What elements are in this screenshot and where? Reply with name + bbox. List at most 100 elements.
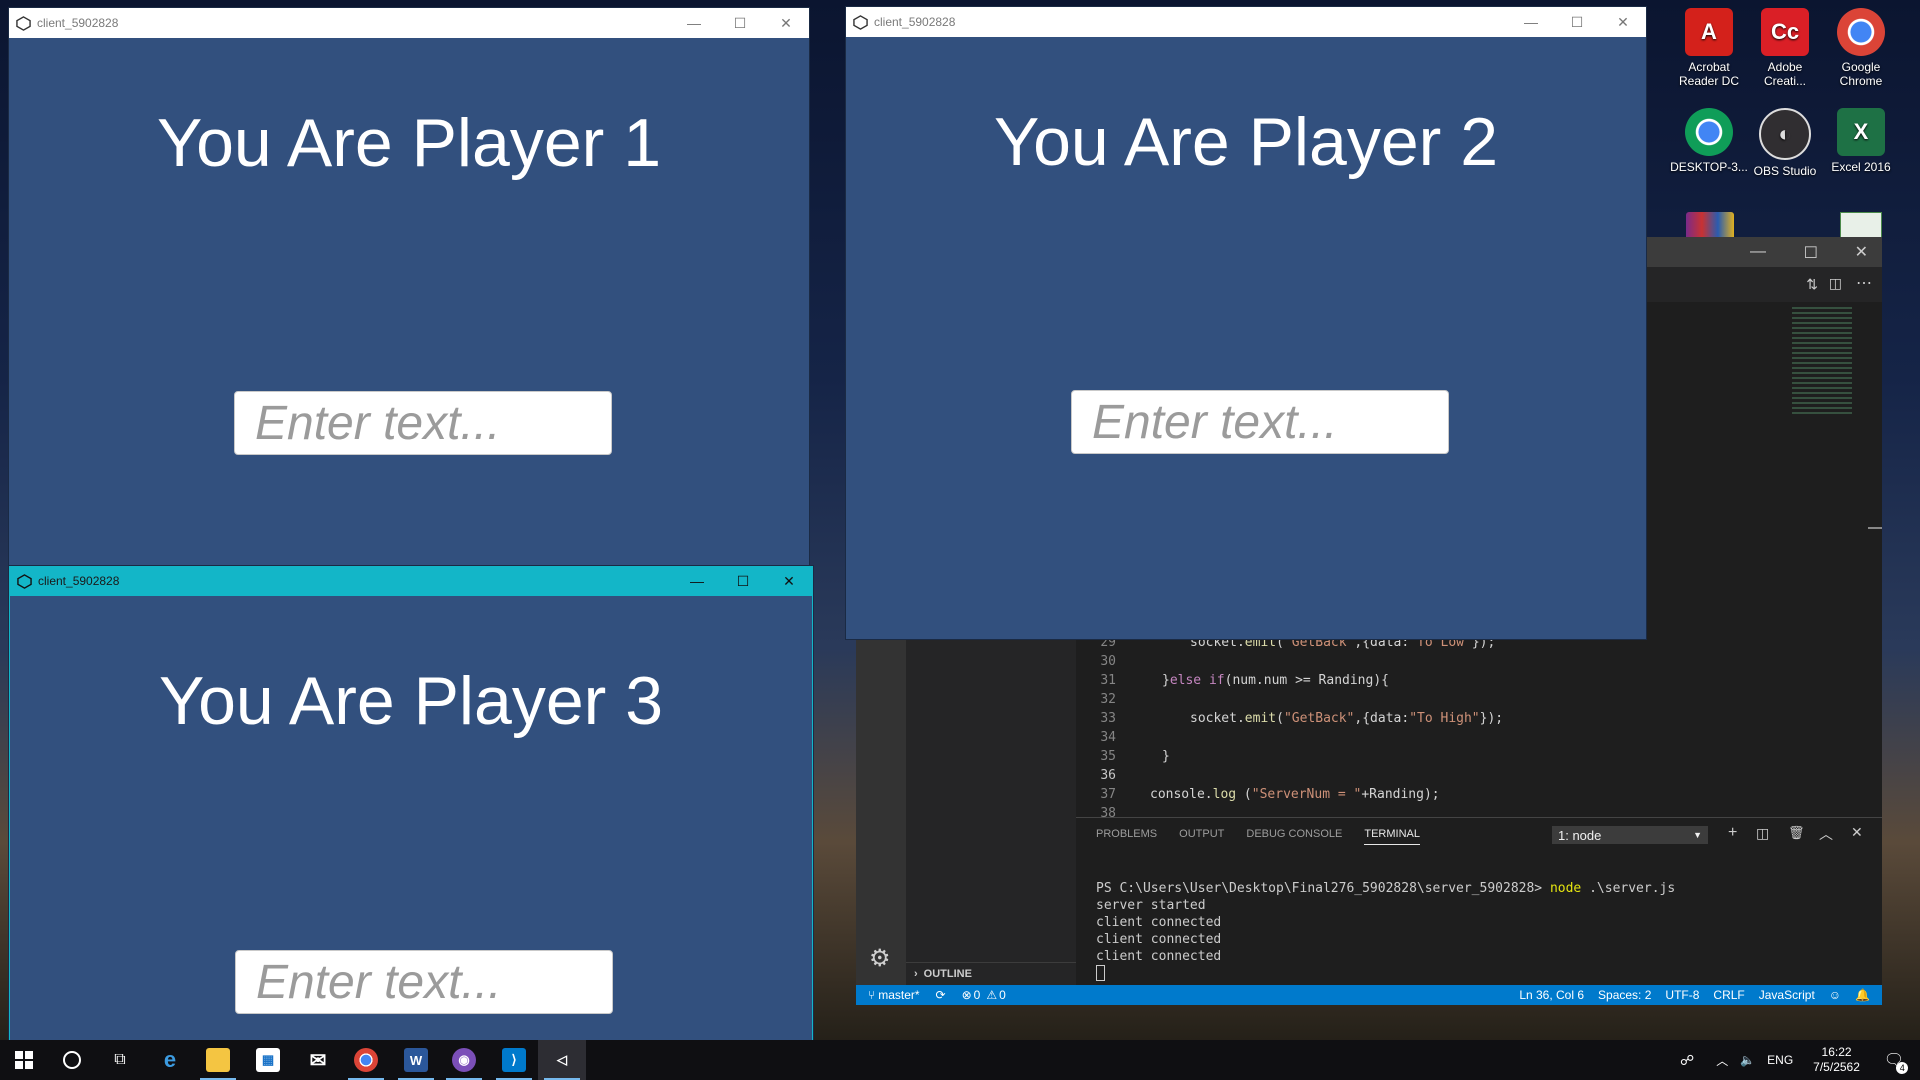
close-button[interactable]: ✕ <box>763 8 809 38</box>
terminal-line: server started <box>1096 898 1206 913</box>
maximize-button[interactable]: ☐ <box>717 8 763 38</box>
minimize-button[interactable]: — <box>674 566 720 596</box>
terminal-output[interactable]: PS C:\Users\User\Desktop\Final276_590282… <box>1096 863 1675 986</box>
taskbar-mail[interactable]: ✉ <box>294 1040 342 1080</box>
minimap <box>1792 307 1852 417</box>
terminal-arg: .\server.js <box>1589 881 1676 896</box>
error-icon: ⊗ <box>961 988 972 1002</box>
taskbar: ⧉ e ▦ ✉ W ◉ ⟩ ◁ ☍ ︿ 🔈 ENG 16:22 7/5/2562… <box>0 1040 1920 1080</box>
desktop-icon-obs[interactable]: ◐ OBS Studio <box>1746 108 1824 178</box>
notification-count: 4 <box>1896 1062 1909 1074</box>
cursor-position[interactable]: Ln 36, Col 6 <box>1519 988 1584 1002</box>
task-view-button[interactable]: ⧉ <box>96 1040 144 1080</box>
clock[interactable]: 16:22 7/5/2562 <box>1813 1045 1860 1075</box>
compare-changes-icon[interactable]: ⇅ <box>1806 276 1818 293</box>
close-button[interactable]: ✕ <box>1855 242 1868 262</box>
desktop-icon-label: Adobe Creati... <box>1763 60 1806 88</box>
smiley-icon[interactable]: ☺ <box>1829 988 1841 1002</box>
code-editor[interactable]: 29 socket.emit("GetBack",{data:"To Low"})… <box>1076 635 1882 821</box>
split-terminal-icon[interactable]: ◫ <box>1756 825 1769 842</box>
close-panel-icon[interactable]: ✕ <box>1851 824 1863 841</box>
taskbar-app-purple[interactable]: ◉ <box>440 1040 488 1080</box>
error-count[interactable]: 0 <box>974 988 981 1002</box>
desktop-icon-excel[interactable]: X Excel 2016 <box>1822 108 1900 174</box>
player-heading: You Are Player 2 <box>993 104 1499 180</box>
creative-cloud-icon: Cc <box>1761 8 1809 56</box>
outline-section[interactable]: › OUTLINE <box>906 962 1076 985</box>
text-input[interactable]: Enter text... <box>234 391 612 455</box>
line-number: 34 <box>1100 730 1116 745</box>
maximize-button[interactable]: ☐ <box>720 566 766 596</box>
chrome-icon <box>1685 108 1733 156</box>
line-number: 30 <box>1100 654 1116 669</box>
minimize-button[interactable]: — <box>1508 7 1554 37</box>
branch-name[interactable]: master* <box>878 988 919 1002</box>
taskbar-explorer[interactable] <box>194 1040 242 1080</box>
store-icon: ▦ <box>256 1048 280 1072</box>
speaker-icon[interactable]: 🔈 <box>1740 1053 1755 1067</box>
desktop-icon-desktop3[interactable]: DESKTOP-3... <box>1670 108 1748 174</box>
language-indicator[interactable]: ENG <box>1767 1053 1793 1067</box>
trash-icon[interactable]: 🗑 <box>1788 825 1805 841</box>
branch-icon: ⑂ <box>868 988 876 1002</box>
code-line: socket.emit("GetBack",{data:"To High"}); <box>1190 711 1504 726</box>
line-number: 36 <box>1100 768 1116 783</box>
minimize-button[interactable]: — <box>1750 243 1766 261</box>
desktop-icon-chrome[interactable]: Google Chrome <box>1822 8 1900 88</box>
maximize-panel-icon[interactable]: ︿ <box>1819 824 1833 844</box>
desktop-icon-adobe-cc[interactable]: Cc Adobe Creati... <box>1746 8 1824 88</box>
code-line: console.log ("ServerNum = "+Randing); <box>1150 787 1440 802</box>
unity-icon <box>846 7 874 37</box>
people-icon[interactable]: ☍ <box>1680 1052 1694 1069</box>
window-title: client_5902828 <box>38 574 120 588</box>
sync-icon[interactable]: ⟳ <box>936 988 946 1002</box>
word-icon: W <box>404 1048 428 1072</box>
line-ending[interactable]: CRLF <box>1713 988 1744 1002</box>
tab-debug-console[interactable]: DEBUG CONSOLE <box>1246 828 1342 845</box>
notification-icon[interactable]: 🗨 4 <box>1884 1050 1909 1074</box>
player-heading: You Are Player 3 <box>158 663 664 739</box>
tab-terminal[interactable]: TERMINAL <box>1364 828 1420 845</box>
desktop-icon-acrobat[interactable]: A Acrobat Reader DC <box>1670 8 1748 88</box>
mail-icon: ✉ <box>309 1049 327 1072</box>
maximize-button[interactable]: ☐ <box>1804 243 1818 263</box>
more-actions-icon[interactable]: ⋯ <box>1856 273 1872 293</box>
search-button[interactable] <box>48 1040 96 1080</box>
encoding[interactable]: UTF-8 <box>1665 988 1699 1002</box>
taskbar-edge[interactable]: e <box>146 1040 194 1080</box>
text-input[interactable]: Enter text... <box>235 950 613 1014</box>
terminal-select[interactable]: 1: node ▼ <box>1552 826 1708 844</box>
chrome-icon <box>354 1048 378 1072</box>
status-bar: ⑂ master* ⟳ ⊗ 0 ⚠ 0 Ln 36, Col 6 Spaces:… <box>856 985 1882 1005</box>
warning-icon: ⚠ <box>986 988 998 1002</box>
start-button[interactable] <box>0 1040 48 1080</box>
unity-icon: ◁ <box>557 1052 567 1067</box>
scrollbar[interactable] <box>1868 527 1882 529</box>
task-view-icon: ⧉ <box>114 1051 126 1068</box>
chrome-icon <box>1837 8 1885 56</box>
close-button[interactable]: ✕ <box>766 566 812 596</box>
chevron-up-icon[interactable]: ︿ <box>1716 1052 1728 1069</box>
split-editor-icon[interactable]: ◫ <box>1829 275 1842 292</box>
winrar-icon[interactable] <box>1686 212 1734 240</box>
indentation[interactable]: Spaces: 2 <box>1598 988 1651 1002</box>
code-line: }else if(num.num >= Randing){ <box>1162 673 1389 688</box>
text-input[interactable]: Enter text... <box>1071 390 1449 454</box>
taskbar-store[interactable]: ▦ <box>244 1040 292 1080</box>
warning-count[interactable]: 0 <box>999 988 1006 1002</box>
taskbar-unity[interactable]: ◁ <box>538 1040 586 1080</box>
desktop-icon-label: Google Chrome <box>1839 60 1883 88</box>
new-terminal-icon[interactable]: + <box>1728 824 1737 842</box>
tab-output[interactable]: OUTPUT <box>1179 828 1224 845</box>
taskbar-chrome[interactable] <box>342 1040 390 1080</box>
minimize-button[interactable]: — <box>671 8 717 38</box>
taskbar-vscode[interactable]: ⟩ <box>490 1040 538 1080</box>
taskbar-word[interactable]: W <box>392 1040 440 1080</box>
bell-icon[interactable]: 🔔 <box>1855 988 1870 1002</box>
desktop-icon-label: OBS Studio <box>1753 164 1817 178</box>
gear-icon[interactable]: ⚙ <box>869 944 891 973</box>
language-mode[interactable]: JavaScript <box>1759 988 1815 1002</box>
close-button[interactable]: ✕ <box>1600 7 1646 37</box>
maximize-button[interactable]: ☐ <box>1554 7 1600 37</box>
tab-problems[interactable]: PROBLEMS <box>1096 828 1157 845</box>
